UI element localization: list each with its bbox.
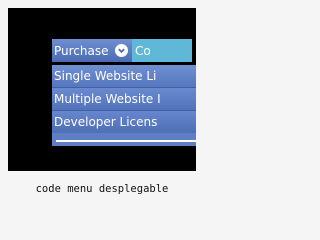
submenu-item-multiple-website[interactable]: Multiple Website I [52, 88, 196, 111]
menu-item-purchase-label: Purchase [54, 43, 109, 58]
menu-bar: Purchase Co [52, 39, 196, 62]
purchase-submenu: Single Website Li Multiple Website I Dev… [52, 65, 196, 146]
chevron-down-icon [115, 44, 128, 57]
menu-item-purchase[interactable]: Purchase [52, 39, 132, 62]
menu-item-contact-label: Co [135, 43, 151, 58]
demo-frame: Purchase Co Single Website Li Multiple W… [8, 8, 196, 171]
menu-item-contact[interactable]: Co [132, 39, 192, 62]
submenu-underline [56, 140, 196, 142]
submenu-item-developer-license[interactable]: Developer Licens [52, 111, 196, 133]
page-caption: code menu desplegable [35, 183, 169, 195]
submenu-item-single-website[interactable]: Single Website Li [52, 65, 196, 88]
